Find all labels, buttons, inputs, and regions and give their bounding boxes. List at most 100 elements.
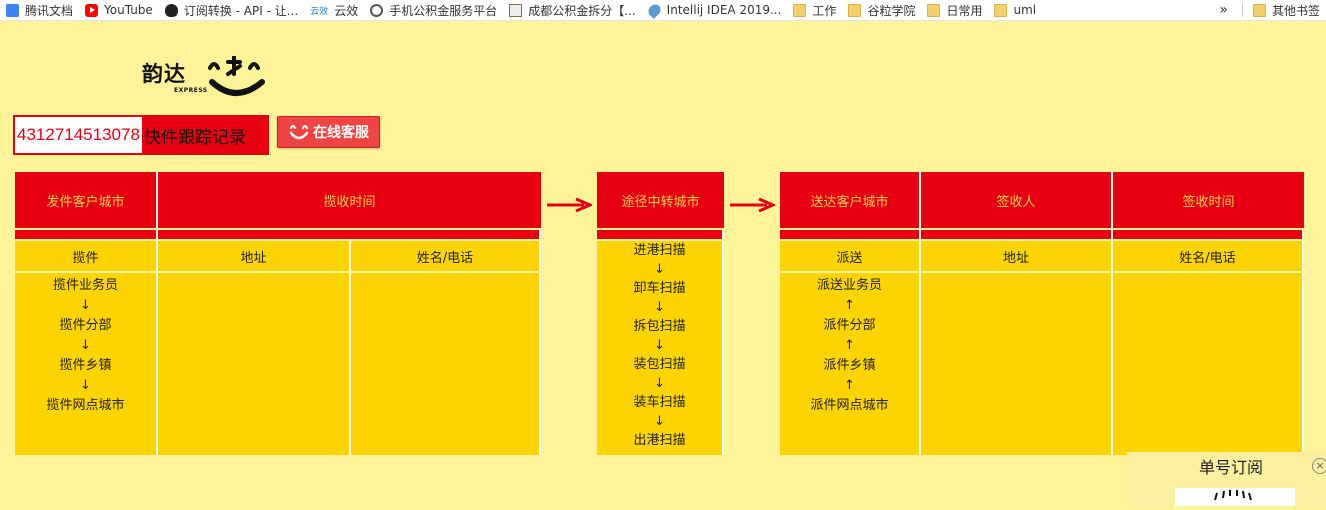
- flow-arrow: ↓: [80, 298, 91, 313]
- table-row: 揽件业务员 ↓ 揽件分部 ↓ 揽件乡镇 ↓ 揽件网点城市: [15, 273, 541, 455]
- bookmark-label: 云效: [334, 3, 359, 18]
- flow-arrow: ↑: [844, 298, 855, 313]
- bookmark-label: 其他书签: [1271, 3, 1320, 18]
- flow-step: 揽件网点城市: [46, 398, 125, 413]
- flow-arrow: ↓: [80, 338, 91, 353]
- header-pickup-time: 揽收时间: [323, 194, 376, 210]
- flow-step: 装车扫描: [633, 395, 686, 410]
- bookmark-housing-fund[interactable]: 手机公积金服务平台: [364, 0, 503, 20]
- bookmark-label: uml: [1013, 3, 1037, 17]
- bookmark-yunxiao[interactable]: 云效 云效: [304, 0, 364, 20]
- location-pin-icon: [645, 1, 663, 19]
- flow-step: 揽件业务员: [52, 278, 118, 293]
- youtube-icon: [85, 3, 99, 17]
- flow-arrow: ↓: [654, 414, 665, 429]
- close-icon[interactable]: ×: [1312, 458, 1326, 474]
- pickup-flow: 揽件业务员 ↓ 揽件分部 ↓ 揽件乡镇 ↓ 揽件网点城市: [46, 276, 124, 416]
- header-signer: 签收人: [921, 172, 1113, 228]
- folder-icon: [848, 3, 862, 17]
- flow-step: 派件乡镇: [823, 358, 876, 373]
- bookmark-label: 谷粒学院: [867, 3, 916, 18]
- subheader-name-phone: 姓名/电话: [1113, 241, 1304, 271]
- qr-pattern-icon: [1214, 490, 1252, 501]
- tracking-title: 4312714513078 快件跟踪记录: [13, 115, 269, 155]
- yunda-logo: 韵达 EXPRESS: [142, 56, 272, 100]
- folder-icon: [994, 3, 1008, 17]
- bookmark-other-folder[interactable]: 其他书签: [1247, 0, 1326, 20]
- address-cell: [158, 273, 351, 455]
- table-divider-row: [597, 230, 724, 239]
- subheader-name-phone: 姓名/电话: [351, 241, 541, 271]
- bookmark-folder-daily[interactable]: 日常用: [921, 0, 988, 20]
- folder-icon: [793, 3, 807, 17]
- flow-step: 出港扫描: [633, 433, 686, 448]
- api-icon: [164, 3, 178, 17]
- flow-arrow: ↑: [844, 378, 855, 393]
- bookmark-label: YouTube: [104, 3, 153, 17]
- arrow-right-icon: [730, 197, 775, 213]
- bookmark-label: 手机公积金服务平台: [389, 3, 498, 18]
- table-header-row: 途径中转城市: [597, 172, 724, 228]
- folder-icon: [1252, 3, 1266, 17]
- flow-arrow: ↓: [80, 378, 91, 393]
- flow-step: 派送业务员: [816, 278, 882, 293]
- logo-name: 韵达: [142, 62, 186, 86]
- name-phone-cell: [351, 273, 541, 455]
- bookmarks-overflow-button[interactable]: »: [1205, 0, 1242, 20]
- tracking-subscribe-panel: 单号订阅 ×: [1127, 452, 1326, 506]
- online-customer-service-button[interactable]: 在线客服: [277, 116, 380, 148]
- flow-step: 揽件分部: [59, 318, 112, 333]
- bookmark-label: 腾讯文档: [25, 3, 74, 18]
- bookmark-tencent-docs[interactable]: 腾讯文档: [0, 0, 79, 20]
- bookmark-chengdu-fund[interactable]: 成都公积金拆分【...: [503, 0, 641, 20]
- globe-icon: [370, 3, 384, 17]
- header-transit-city: 途径中转城市: [621, 194, 700, 210]
- delivery-flow: 派送业务员 ↑ 派件分部 ↑ 派件乡镇 ↑ 派件网点城市: [810, 276, 888, 416]
- table-row: 进港扫描 ↓ 卸车扫描 ↓ 拆包扫描 ↓ 装包扫描 ↓ 装车扫描 ↓ 出港扫描: [597, 241, 724, 455]
- flow-arrow: ↑: [844, 338, 855, 353]
- subheader-address: 地址: [158, 241, 351, 271]
- bookmark-folder-uml[interactable]: uml: [988, 0, 1042, 20]
- subheader-delivery: 派送: [780, 241, 921, 271]
- bookmark-intellij[interactable]: Intellij IDEA 2019...: [642, 0, 788, 20]
- customer-service-label: 在线客服: [313, 125, 369, 141]
- logo-sub: EXPRESS: [174, 87, 208, 94]
- tencent-docs-icon: [6, 3, 19, 17]
- table-header-row: 发件客户城市 揽收时间: [15, 172, 541, 228]
- table-header-row: 送达客户城市 签收人 签收时间: [780, 172, 1304, 228]
- bookmark-youtube[interactable]: YouTube: [79, 0, 159, 20]
- flow-step: 装包扫描: [633, 357, 686, 372]
- tracking-label: 快件跟踪记录: [143, 127, 246, 148]
- bookmark-label: 日常用: [946, 3, 983, 18]
- header-receiver-city: 送达客户城市: [780, 172, 921, 228]
- table-subheader-row: 揽件 地址 姓名/电话: [15, 241, 541, 271]
- flow-step: 拆包扫描: [633, 319, 686, 334]
- bookmark-label: 成都公积金拆分【...: [528, 3, 636, 18]
- name-phone-cell: [1113, 273, 1304, 455]
- transit-flow: 进港扫描 ↓ 卸车扫描 ↓ 拆包扫描 ↓ 装包扫描 ↓ 装车扫描 ↓ 出港扫描: [633, 241, 685, 450]
- image-icon: [509, 3, 523, 17]
- bookmark-label: 订阅转换 - API - 让...: [183, 3, 299, 18]
- bookmark-folder-work[interactable]: 工作: [787, 0, 842, 20]
- flow-step: 卸车扫描: [633, 281, 686, 296]
- bookmark-label: 工作: [812, 3, 837, 18]
- table-row: 派送业务员 ↑ 派件分部 ↑ 派件乡镇 ↑ 派件网点城市: [780, 273, 1304, 455]
- smile-logo-icon: [208, 56, 265, 96]
- flow-arrow: ↓: [654, 376, 665, 391]
- bookmark-label: Intellij IDEA 2019...: [666, 3, 782, 17]
- subscribe-title: 单号订阅: [1199, 458, 1264, 477]
- flow-arrow: ↓: [654, 300, 665, 315]
- subheader-pickup: 揽件: [15, 241, 158, 271]
- bookmark-folder-guli[interactable]: 谷粒学院: [842, 0, 921, 20]
- smile-icon: [289, 125, 309, 140]
- qr-code-image: [1175, 488, 1295, 506]
- flow-step: 派件网点城市: [810, 398, 889, 413]
- table-divider-row: [15, 230, 541, 239]
- cloud-icon: 云效: [310, 6, 329, 17]
- flow-arrow: ↓: [654, 338, 665, 353]
- flow-step: 揽件乡镇: [59, 358, 112, 373]
- flow-step: 派件分部: [823, 318, 876, 333]
- bookmark-api[interactable]: 订阅转换 - API - 让...: [159, 0, 304, 20]
- bookmarks-bar: 腾讯文档 YouTube 订阅转换 - API - 让... 云效 云效 手机公…: [0, 0, 1326, 21]
- header-sign-time: 签收时间: [1182, 194, 1235, 210]
